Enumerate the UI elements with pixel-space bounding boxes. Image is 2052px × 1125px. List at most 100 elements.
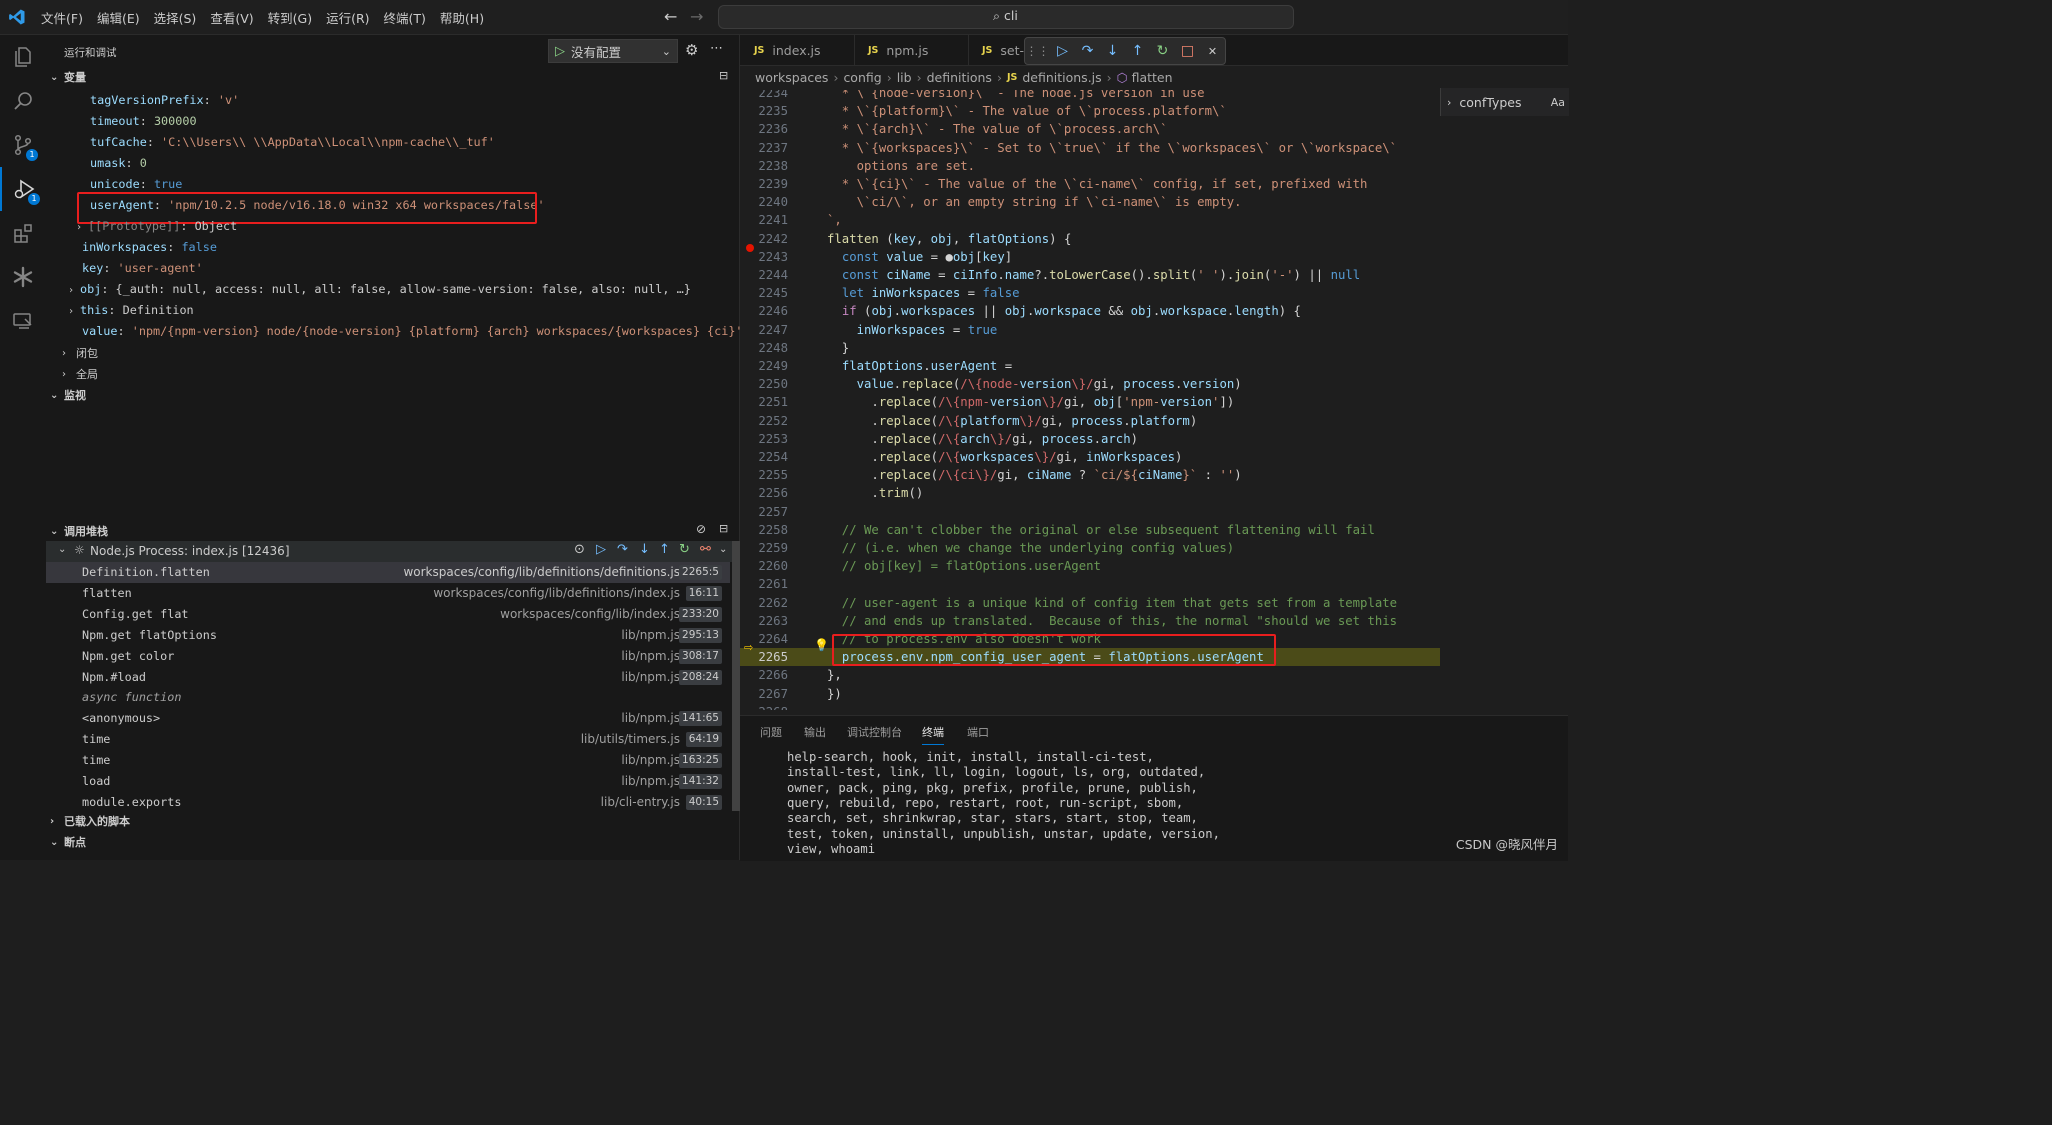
menu-run[interactable]: 运行(R) bbox=[319, 8, 376, 27]
stack-frame[interactable]: Npm.get color lib/npm.js 308:17 bbox=[46, 646, 730, 667]
stack-frame[interactable]: module.exports lib/cli-entry.js 40:15 bbox=[46, 792, 730, 813]
copilot-icon[interactable] bbox=[0, 255, 46, 299]
variable-row[interactable]: › obj: {_auth: null, access: null, all: f… bbox=[68, 279, 691, 300]
menu-terminal[interactable]: 终端(T) bbox=[377, 8, 433, 27]
tab-output[interactable]: 输出 bbox=[804, 724, 826, 740]
stack-frame[interactable]: Npm.get flatOptions lib/npm.js 295:13 bbox=[46, 625, 730, 646]
code-line[interactable]: 2239 * \`{ci}\` - The value of the \`ci-… bbox=[740, 175, 1440, 193]
menu-view[interactable]: 查看(V) bbox=[203, 8, 260, 27]
restart-icon[interactable]: ↻ bbox=[1150, 43, 1175, 59]
breadcrumb-item[interactable]: lib bbox=[897, 70, 912, 85]
code-line[interactable]: 2259 // (i.e. when we change the underly… bbox=[740, 539, 1440, 557]
stop-icon[interactable]: □ bbox=[1175, 43, 1200, 59]
code-line[interactable]: 2241 `, bbox=[740, 211, 1440, 229]
watch-section-header[interactable]: ⌄ 监视 bbox=[46, 385, 739, 405]
gear-icon[interactable]: ⚙ bbox=[685, 41, 698, 59]
step-into-icon[interactable]: ↓ bbox=[639, 542, 650, 557]
match-case-icon[interactable]: Aa bbox=[1551, 96, 1565, 109]
code-line[interactable]: 2249 flatOptions.userAgent = bbox=[740, 357, 1440, 375]
focus-icon[interactable]: ⊙ bbox=[574, 542, 585, 557]
code-line[interactable]: 2237 * \`{workspaces}\` - Set to \`true\… bbox=[740, 139, 1440, 157]
restart-icon[interactable]: ↻ bbox=[679, 542, 690, 557]
variable-row[interactable]: timeout: 300000 bbox=[90, 111, 197, 132]
menu-file[interactable]: 文件(F) bbox=[34, 8, 90, 27]
tab-npm-js[interactable]: JS npm.js bbox=[854, 35, 969, 65]
step-over-icon[interactable]: ↷ bbox=[617, 542, 628, 557]
code-line[interactable]: 2248 } bbox=[740, 339, 1440, 357]
code-line[interactable]: 2261 bbox=[740, 575, 1440, 593]
code-line[interactable]: 2268 bbox=[740, 703, 1440, 710]
step-out-icon[interactable]: ↑ bbox=[1125, 43, 1150, 59]
tab-terminal[interactable]: 终端 bbox=[922, 724, 944, 745]
stack-frame[interactable]: flatten workspaces/config/lib/definitions… bbox=[46, 583, 730, 604]
breadcrumb-item[interactable]: flatten bbox=[1132, 70, 1173, 85]
disconnect-icon[interactable]: ⊘ bbox=[696, 522, 706, 536]
run-debug-icon[interactable]: 1 bbox=[0, 167, 48, 211]
tab-problems[interactable]: 问题 bbox=[760, 724, 782, 740]
code-line[interactable]: 2266}, bbox=[740, 666, 1440, 684]
start-debug-icon[interactable]: ▷ bbox=[555, 44, 565, 59]
code-line[interactable]: 2238 options are set. bbox=[740, 157, 1440, 175]
code-line[interactable]: 2263 // and ends up translated. Because … bbox=[740, 612, 1440, 630]
process-row[interactable]: ⌄ ☼ Node.js Process: index.js [12436] ⊙ … bbox=[46, 541, 739, 562]
code-line[interactable]: 2250 value.replace(/\{node-version\}/gi,… bbox=[740, 375, 1440, 393]
continue-icon[interactable]: ▷ bbox=[596, 542, 606, 557]
variable-row[interactable]: tufCache: 'C:\\Users\\ \\AppData\\Local\… bbox=[90, 132, 495, 153]
code-line[interactable]: 2267}) bbox=[740, 685, 1440, 703]
variable-row[interactable]: umask: 0 bbox=[90, 153, 147, 174]
code-line[interactable]: 2256 .trim() bbox=[740, 484, 1440, 502]
breadcrumb-item[interactable]: definitions bbox=[927, 70, 992, 85]
step-out-icon[interactable]: ↑ bbox=[659, 542, 670, 557]
variable-row[interactable]: key: 'user-agent' bbox=[82, 258, 203, 279]
breadcrumb-item[interactable]: workspaces bbox=[755, 70, 828, 85]
code-line[interactable]: 2234 * \`{node-version}\` - The node.js … bbox=[740, 90, 1440, 102]
close-icon[interactable]: ✕ bbox=[1200, 45, 1225, 58]
code-line[interactable]: 2258 // We can't clobber the original or… bbox=[740, 521, 1440, 539]
back-arrow-icon[interactable]: ← bbox=[664, 7, 677, 26]
search-icon[interactable] bbox=[0, 79, 46, 123]
more-actions-icon[interactable]: ⋯ bbox=[710, 41, 723, 56]
code-line[interactable]: 2262 // user-agent is a unique kind of c… bbox=[740, 594, 1440, 612]
code-line[interactable]: 2235 * \`{platform}\` - The value of \`p… bbox=[740, 102, 1440, 120]
breadcrumb-item[interactable]: definitions.js bbox=[1022, 70, 1101, 85]
breakpoint-icon[interactable] bbox=[746, 244, 754, 252]
loaded-scripts-section-header[interactable]: › 已载入的脚本 bbox=[46, 811, 739, 831]
variable-row[interactable]: tagVersionPrefix: 'v' bbox=[90, 90, 239, 111]
closure-scope[interactable]: › 闭包 bbox=[58, 343, 358, 363]
variable-row[interactable]: value: 'npm/{npm-version} node/{node-ver… bbox=[82, 321, 743, 342]
tab-ports[interactable]: 端口 bbox=[967, 724, 989, 740]
scrollbar[interactable] bbox=[732, 541, 740, 811]
breadcrumb-item[interactable]: config bbox=[843, 70, 881, 85]
drag-handle-icon[interactable]: ⋮⋮ bbox=[1025, 44, 1050, 58]
stack-frame[interactable]: time lib/utils/timers.js 64:19 bbox=[46, 729, 730, 750]
tab-set[interactable]: JS set- bbox=[968, 35, 1028, 65]
code-line[interactable]: 2253 .replace(/\{arch\}/gi, process.arch… bbox=[740, 430, 1440, 448]
disconnect-icon[interactable]: ⚯ bbox=[700, 542, 711, 557]
continue-icon[interactable]: ▷ bbox=[1050, 43, 1075, 59]
menu-help[interactable]: 帮助(H) bbox=[433, 8, 491, 27]
menu-selection[interactable]: 选择(S) bbox=[147, 8, 204, 27]
code-line[interactable]: 2245 let inWorkspaces = false bbox=[740, 284, 1440, 302]
tab-index-js[interactable]: JS index.js bbox=[740, 35, 855, 65]
chevron-down-icon[interactable]: ⌄ bbox=[719, 544, 727, 555]
menu-edit[interactable]: 编辑(E) bbox=[90, 8, 147, 27]
explorer-icon[interactable] bbox=[0, 35, 46, 79]
stack-frame[interactable]: load lib/npm.js 141:32 bbox=[46, 771, 730, 792]
forward-arrow-icon[interactable]: → bbox=[690, 7, 703, 26]
global-scope[interactable]: › 全局 bbox=[58, 364, 358, 384]
code-line[interactable]: 2244 const ciName = ciInfo.name?.toLower… bbox=[740, 266, 1440, 284]
code-line[interactable]: 2243 const value = ●obj[key] bbox=[740, 248, 1440, 266]
variables-section-header[interactable]: ⌄ 变量 bbox=[46, 67, 739, 87]
code-editor[interactable]: 2234 * \`{node-version}\` - The node.js … bbox=[740, 90, 1440, 710]
variable-row[interactable]: inWorkspaces: false bbox=[82, 237, 217, 258]
code-line[interactable]: 2242 flatten (key, obj, flatOptions) { bbox=[740, 230, 1440, 248]
code-line[interactable]: 2255 .replace(/\{ci\}/gi, ciName ? `ci/$… bbox=[740, 466, 1440, 484]
lightbulb-icon[interactable]: 💡 bbox=[814, 638, 829, 652]
stack-frame[interactable]: <anonymous> lib/npm.js 141:65 bbox=[46, 708, 730, 729]
stack-frame[interactable]: Config.get flat workspaces/config/lib/ind… bbox=[46, 604, 730, 625]
collapse-all-icon[interactable]: ⊟ bbox=[719, 69, 728, 82]
stack-frame[interactable]: Npm.#load lib/npm.js 208:24 bbox=[46, 667, 730, 688]
stack-frame[interactable]: time lib/npm.js 163:25 bbox=[46, 750, 730, 771]
step-into-icon[interactable]: ↓ bbox=[1100, 43, 1125, 59]
variable-row[interactable]: › this: Definition bbox=[68, 300, 194, 321]
